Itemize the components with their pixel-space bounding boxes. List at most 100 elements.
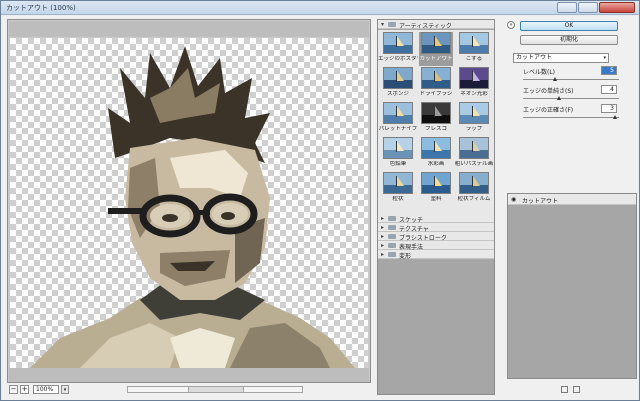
filter-thumb-13[interactable]: 塗料 bbox=[419, 172, 453, 206]
filter-thumb-3[interactable]: スポンジ bbox=[381, 67, 415, 101]
delete-effect-layer-icon[interactable] bbox=[573, 386, 580, 393]
filter-thumb-label: エッジのポスタリゼーション bbox=[378, 56, 418, 62]
filter-thumb-7[interactable]: フレスコ bbox=[419, 102, 453, 136]
filter-thumb-4[interactable]: ドライブラシ bbox=[419, 67, 453, 101]
visibility-eye-icon[interactable]: ◉ bbox=[511, 196, 516, 203]
slider-knob[interactable] bbox=[557, 96, 561, 100]
filter-thumb-label: ドライブラシ bbox=[419, 91, 453, 97]
category-distort[interactable]: ▸ 変形 bbox=[378, 250, 494, 260]
filter-thumb-label: ラップ bbox=[465, 126, 483, 132]
filter-thumb-label: 粒状 bbox=[392, 196, 404, 202]
slider-levels[interactable] bbox=[523, 77, 619, 81]
cutout-portrait-image bbox=[30, 46, 355, 368]
canvas-top-area bbox=[9, 21, 369, 37]
filter-thumb-12[interactable]: 粒状 bbox=[381, 172, 415, 206]
category-texture[interactable]: ▸ テクスチャ bbox=[378, 223, 494, 233]
new-effect-layer-icon[interactable] bbox=[561, 386, 568, 393]
filter-preview-image bbox=[459, 32, 489, 54]
filter-gallery-window: カットアウト (100%) − + 100% ▾ ▾ アーティスティック エッジ… bbox=[0, 0, 640, 401]
filter-thumb-6[interactable]: パレットナイフ bbox=[378, 102, 418, 136]
window-title: カットアウト (100%) bbox=[6, 4, 76, 12]
collapse-triangle-icon: ▸ bbox=[381, 233, 385, 240]
maximize-button[interactable] bbox=[578, 2, 598, 13]
filter-thumb-label: 粗いパステル画 bbox=[454, 161, 494, 167]
filter-preview-image bbox=[421, 137, 451, 159]
filter-preview-image bbox=[383, 172, 413, 194]
filter-thumb-label: こする bbox=[465, 56, 483, 62]
collapse-triangle-icon: ▸ bbox=[381, 224, 385, 231]
filter-preview-image bbox=[383, 67, 413, 89]
filter-thumb-label: 塗料 bbox=[430, 196, 442, 202]
effect-layer-name: カットアウト bbox=[522, 198, 559, 205]
slider-knob[interactable] bbox=[553, 77, 557, 81]
window-controls bbox=[557, 2, 635, 13]
collapse-triangle-icon: ▸ bbox=[381, 215, 385, 222]
ok-button[interactable]: OK bbox=[520, 21, 618, 31]
horizontal-scrollbar[interactable] bbox=[127, 386, 303, 393]
filter-thumb-label: フレスコ bbox=[424, 126, 447, 132]
expand-triangle-icon: ▾ bbox=[381, 21, 385, 28]
title-bar: カットアウト (100%) bbox=[1, 1, 639, 15]
filter-thumb-5[interactable]: ネオン光彩 bbox=[457, 67, 491, 101]
filter-preview-image bbox=[459, 102, 489, 124]
zoom-in-button[interactable]: + bbox=[20, 385, 29, 394]
filter-thumb-label: 水彩画 bbox=[427, 161, 445, 167]
folder-icon bbox=[388, 22, 396, 27]
layer-footer bbox=[561, 384, 601, 396]
filter-thumb-14[interactable]: 粒状フィルム bbox=[457, 172, 491, 206]
category-brush-strokes[interactable]: ▸ ブラシストローク bbox=[378, 232, 494, 242]
reset-button[interactable]: 初期化 bbox=[520, 35, 618, 45]
filter-thumb-9[interactable]: 色鉛筆 bbox=[381, 137, 415, 171]
collapse-gallery-icon[interactable]: » bbox=[507, 21, 515, 29]
filter-thumb-label: パレットナイフ bbox=[378, 126, 418, 132]
param-input-levels[interactable]: 5 bbox=[601, 66, 617, 75]
category-artistic[interactable]: ▾ アーティスティック bbox=[378, 20, 494, 30]
filter-thumb-label: ネオン光彩 bbox=[460, 91, 488, 97]
collapse-triangle-icon: ▸ bbox=[381, 251, 385, 258]
effect-layers-panel: ◉ カットアウト bbox=[507, 193, 637, 379]
filter-preview-image bbox=[383, 102, 413, 124]
filter-thumb-label: 粒状フィルム bbox=[457, 196, 491, 202]
folder-icon bbox=[388, 243, 396, 248]
filter-preview-image bbox=[421, 32, 451, 54]
filter-preview-image bbox=[421, 67, 451, 89]
param-input-edge-fidelity[interactable]: 3 bbox=[601, 104, 617, 113]
settings-panel: » OK 初期化 カットアウト ▾ レベル数(L) 5 エッジの単純さ(S) 4… bbox=[499, 19, 637, 199]
folder-icon bbox=[388, 225, 396, 230]
category-label: アーティスティック bbox=[399, 23, 452, 30]
category-stylize[interactable]: ▸ 表現手法 bbox=[378, 241, 494, 251]
zoom-out-button[interactable]: − bbox=[9, 385, 18, 394]
folder-icon bbox=[388, 216, 396, 221]
filter-thumb-1[interactable]: カットアウト bbox=[419, 32, 453, 66]
filter-gallery-panel: ▾ アーティスティック エッジのポスタリゼーションカットアウト こするスポンジ ドラ… bbox=[377, 19, 495, 395]
preview-canvas[interactable] bbox=[7, 19, 371, 383]
slider-knob[interactable] bbox=[613, 115, 617, 119]
zoom-dropdown-button[interactable]: ▾ bbox=[61, 385, 69, 394]
filter-thumb-0[interactable]: エッジのポスタリゼーション bbox=[378, 32, 418, 66]
folder-icon bbox=[388, 252, 396, 257]
slider-edge-fidelity[interactable] bbox=[523, 115, 619, 119]
collapse-triangle-icon: ▸ bbox=[381, 242, 385, 249]
param-input-edge-simplicity[interactable]: 4 bbox=[601, 85, 617, 94]
effect-layer-row[interactable]: ◉ カットアウト bbox=[508, 194, 636, 205]
param-label-edge-simplicity: エッジの単純さ(S) bbox=[523, 88, 574, 95]
minimize-button[interactable] bbox=[557, 2, 577, 13]
category-sketch[interactable]: ▸ スケッチ bbox=[378, 214, 494, 224]
filter-preview-image bbox=[421, 102, 451, 124]
filter-thumb-label: 色鉛筆 bbox=[389, 161, 407, 167]
filter-thumb-2[interactable]: こする bbox=[457, 32, 491, 66]
zoom-level-field[interactable]: 100% bbox=[33, 385, 59, 394]
folder-icon bbox=[388, 234, 396, 239]
filter-select[interactable]: カットアウト ▾ bbox=[513, 53, 609, 63]
category-label: 変形 bbox=[399, 253, 412, 260]
filter-preview-image bbox=[383, 137, 413, 159]
filter-thumb-8[interactable]: ラップ bbox=[457, 102, 491, 136]
slider-edge-simplicity[interactable] bbox=[523, 96, 619, 100]
close-button[interactable] bbox=[599, 2, 635, 13]
filter-thumb-10[interactable]: 水彩画 bbox=[419, 137, 453, 171]
filter-preview-image bbox=[459, 67, 489, 89]
filter-thumb-11[interactable]: 粗いパステル画 bbox=[454, 137, 494, 171]
scrollbar-thumb[interactable] bbox=[188, 387, 244, 392]
param-label-edge-fidelity: エッジの正確さ(F) bbox=[523, 107, 574, 114]
filter-preview-image bbox=[421, 172, 451, 194]
